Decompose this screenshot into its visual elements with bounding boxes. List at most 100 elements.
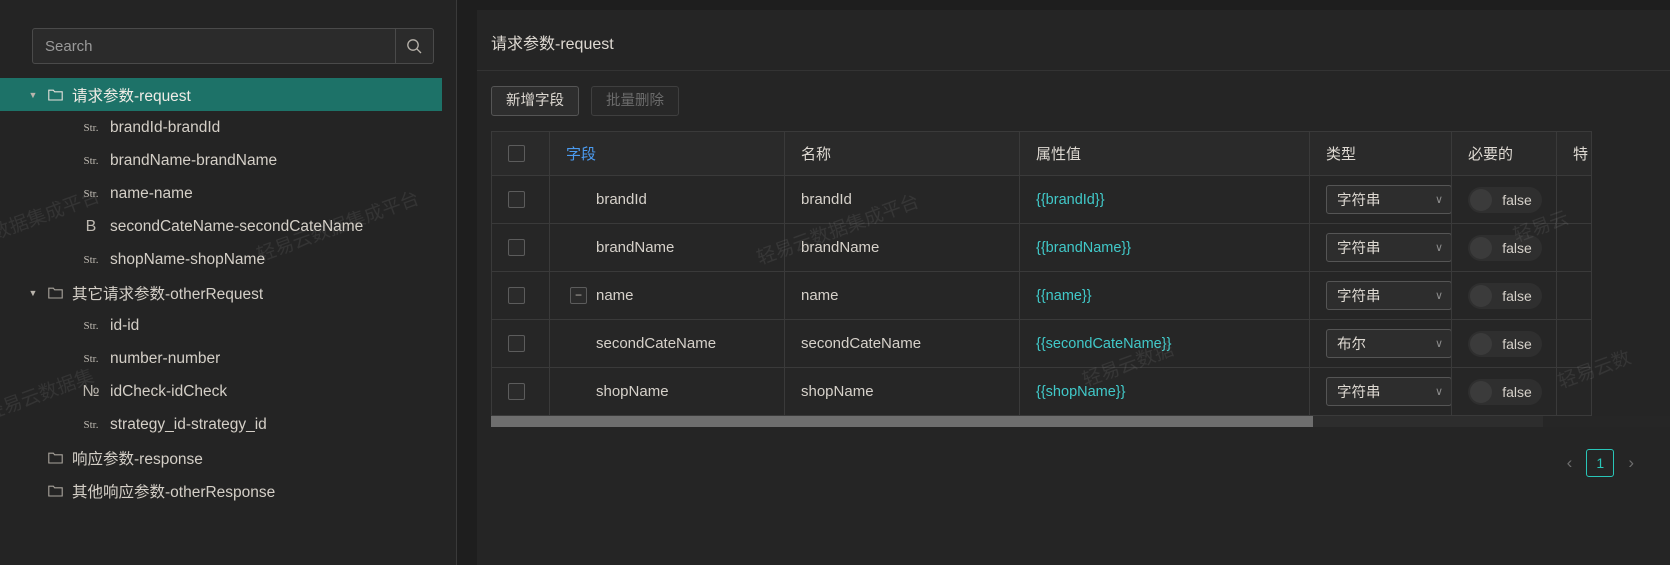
select-all-checkbox[interactable]: [508, 145, 525, 163]
tree-item-3[interactable]: Str. name-name: [0, 177, 456, 210]
tree-item-12[interactable]: 其他响应参数-otherResponse: [0, 474, 456, 507]
parameter-tree: ▼ 请求参数-request Str. brandId-brandId Str. bran…: [0, 78, 456, 507]
required-toggle[interactable]: false: [1468, 234, 1542, 261]
search-box[interactable]: [32, 28, 434, 64]
required-cell: false: [1451, 319, 1557, 368]
tree-item-10[interactable]: Str. strategy_id-strategy_id: [0, 408, 456, 441]
row-checkbox[interactable]: [508, 287, 525, 305]
required-toggle[interactable]: false: [1468, 378, 1542, 405]
field-name-text: name: [596, 287, 634, 304]
search-icon: [407, 38, 422, 53]
tree-item-label: brandId-brandId: [110, 118, 221, 136]
tree-item-label: idCheck-idCheck: [110, 382, 228, 400]
field-cell: − name: [549, 271, 785, 320]
row-checkbox[interactable]: [508, 383, 525, 401]
column-header-type[interactable]: 类型: [1309, 131, 1452, 176]
collapse-row-icon[interactable]: −: [570, 287, 587, 304]
type-select[interactable]: 字符串 ∨: [1326, 185, 1452, 214]
tree-item-label: number-number: [110, 349, 221, 367]
string-type-icon: Str.: [83, 187, 99, 200]
type-select[interactable]: 字符串 ∨: [1326, 281, 1452, 310]
tree-item-5[interactable]: Str. shopName-shopName: [0, 243, 456, 276]
value-cell[interactable]: {{name}}: [1019, 271, 1310, 320]
row-checkbox[interactable]: [508, 335, 525, 353]
chevron-down-icon: ∨: [1434, 290, 1443, 302]
batch-delete-button: 批量删除: [591, 86, 679, 116]
table-header-row: 字段 名称 属性值 类型 必要的 特: [491, 131, 1592, 176]
required-cell: false: [1451, 175, 1557, 224]
name-cell: secondCateName: [784, 319, 1020, 368]
value-cell[interactable]: {{secondCateName}}: [1019, 319, 1310, 368]
toggle-label: false: [1502, 239, 1532, 256]
required-toggle[interactable]: false: [1468, 330, 1542, 357]
tree-item-9[interactable]: № idCheck-idCheck: [0, 375, 456, 408]
horizontal-scrollbar-track[interactable]: [491, 416, 1670, 427]
search-button[interactable]: [395, 29, 433, 63]
required-toggle[interactable]: false: [1468, 186, 1542, 213]
column-header-name[interactable]: 名称: [784, 131, 1020, 176]
search-input[interactable]: [33, 29, 395, 63]
page-title: 请求参数-request: [477, 10, 1670, 71]
scrollbar-thumb[interactable]: [491, 416, 1313, 427]
required-toggle[interactable]: false: [1468, 282, 1542, 309]
value-cell[interactable]: {{shopName}}: [1019, 367, 1310, 416]
field-cell: shopName: [549, 367, 785, 416]
fields-table-container: 字段 名称 属性值 类型 必要的 特 brandId brandId {{brand…: [491, 131, 1670, 427]
column-header-extra[interactable]: 特: [1556, 131, 1592, 176]
tree-item-11[interactable]: 响应参数-response: [0, 441, 456, 474]
tree-item-8[interactable]: Str. number-number: [0, 342, 456, 375]
tree-item-4[interactable]: BsecondCateName-secondCateName: [0, 210, 456, 243]
extra-cell: [1556, 367, 1592, 416]
table-row: secondCateName secondCateName {{secondCate…: [491, 319, 1592, 368]
page-number-1[interactable]: 1: [1586, 449, 1615, 477]
extra-cell: [1556, 175, 1592, 224]
field-name-text: secondCateName: [596, 335, 717, 352]
add-field-button[interactable]: 新增字段: [491, 86, 579, 116]
toggle-label: false: [1502, 287, 1532, 304]
field-cell-inner: − name: [550, 287, 784, 304]
value-cell[interactable]: {{brandName}}: [1019, 223, 1310, 272]
table-row: − name name {{name}} 字符串 ∨ false: [491, 271, 1592, 320]
value-text: {{secondCateName}}: [1036, 336, 1172, 352]
type-cell: 字符串 ∨: [1309, 367, 1452, 416]
toggle-label: false: [1502, 335, 1532, 352]
column-header-field[interactable]: 字段: [549, 131, 785, 176]
field-name-text: shopName: [596, 383, 669, 400]
string-type-icon: Str.: [83, 154, 99, 167]
tree-item-0[interactable]: ▼ 请求参数-request: [0, 78, 442, 111]
string-type-icon: Str.: [83, 121, 99, 134]
row-checkbox[interactable]: [508, 239, 525, 257]
type-cell: 布尔 ∨: [1309, 319, 1452, 368]
column-header-required[interactable]: 必要的: [1451, 131, 1557, 176]
field-cell-inner: secondCateName: [550, 335, 784, 352]
column-header-value[interactable]: 属性值: [1019, 131, 1310, 176]
pagination: ‹ 1 ›: [491, 427, 1670, 477]
row-checkbox[interactable]: [508, 191, 525, 209]
tree-item-7[interactable]: Str. id-id: [0, 309, 456, 342]
sidebar: ▼ 请求参数-request Str. brandId-brandId Str. bran…: [0, 0, 457, 565]
row-select-cell: [491, 319, 550, 368]
toggle-label: false: [1502, 191, 1532, 208]
field-name-text: brandName: [596, 239, 675, 256]
next-page-button[interactable]: ›: [1628, 453, 1634, 473]
field-cell: secondCateName: [549, 319, 785, 368]
string-type-icon: Str.: [83, 352, 99, 365]
value-cell[interactable]: {{brandId}}: [1019, 175, 1310, 224]
tree-item-2[interactable]: Str. brandName-brandName: [0, 144, 456, 177]
type-select[interactable]: 字符串 ∨: [1326, 377, 1452, 406]
scrollbar-area[interactable]: [491, 416, 1543, 427]
type-select[interactable]: 布尔 ∨: [1326, 329, 1452, 358]
folder-icon: [44, 286, 66, 299]
chevron-down-icon[interactable]: ▼: [22, 90, 44, 100]
field-name-text: brandId: [596, 191, 647, 208]
table-row: brandId brandId {{brandId}} 字符串 ∨ false: [491, 175, 1592, 224]
prev-page-button[interactable]: ‹: [1567, 453, 1573, 473]
name-cell: shopName: [784, 367, 1020, 416]
app-root: ▼ 请求参数-request Str. brandId-brandId Str. bran…: [0, 0, 1670, 565]
value-text: {{shopName}}: [1036, 384, 1126, 400]
chevron-down-icon[interactable]: ▼: [22, 288, 44, 298]
tree-item-1[interactable]: Str. brandId-brandId: [0, 111, 456, 144]
tree-item-6[interactable]: ▼ 其它请求参数-otherRequest: [0, 276, 456, 309]
type-select[interactable]: 字符串 ∨: [1326, 233, 1452, 262]
chevron-down-icon: ∨: [1434, 338, 1443, 350]
